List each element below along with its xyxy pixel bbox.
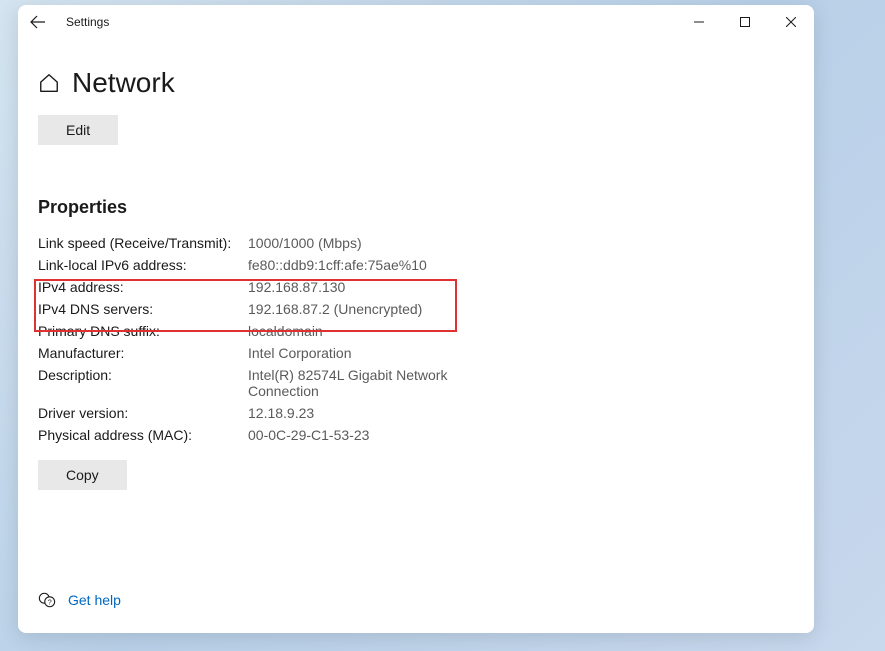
property-label: Description:	[38, 367, 248, 383]
properties-title: Properties	[38, 197, 794, 218]
property-value: Intel(R) 82574L Gigabit Network Connecti…	[248, 367, 478, 399]
property-value: 192.168.87.2 (Unencrypted)	[248, 301, 422, 317]
svg-text:?: ?	[48, 598, 52, 607]
maximize-button[interactable]	[722, 6, 768, 38]
property-value: 12.18.9.23	[248, 405, 314, 421]
window-title: Settings	[66, 15, 109, 29]
close-icon	[786, 17, 796, 27]
property-label: Link speed (Receive/Transmit):	[38, 235, 248, 251]
property-row: Link-local IPv6 address: fe80::ddb9:1cff…	[38, 254, 794, 276]
property-value: Intel Corporation	[248, 345, 352, 361]
copy-button[interactable]: Copy	[38, 460, 127, 490]
minimize-button[interactable]	[676, 6, 722, 38]
property-label: Manufacturer:	[38, 345, 248, 361]
minimize-icon	[694, 17, 704, 27]
help-icon: ?	[38, 591, 56, 609]
property-label: Primary DNS suffix:	[38, 323, 248, 339]
page-title: Network	[72, 67, 175, 99]
content-area: Network Edit Properties Link speed (Rece…	[18, 39, 814, 633]
property-label: Driver version:	[38, 405, 248, 421]
property-value: 00-0C-29-C1-53-23	[248, 427, 369, 443]
property-row: Primary DNS suffix: localdomain	[38, 320, 794, 342]
edit-button[interactable]: Edit	[38, 115, 118, 145]
property-row: Manufacturer: Intel Corporation	[38, 342, 794, 364]
home-icon	[38, 72, 60, 94]
property-label: Link-local IPv6 address:	[38, 257, 248, 273]
property-value: localdomain	[248, 323, 323, 339]
property-row: Physical address (MAC): 00-0C-29-C1-53-2…	[38, 424, 794, 446]
property-row: IPv4 address: 192.168.87.130	[38, 276, 794, 298]
property-label: IPv4 address:	[38, 279, 248, 295]
property-value: fe80::ddb9:1cff:afe:75ae%10	[248, 257, 427, 273]
help-row: ? Get help	[38, 571, 794, 609]
properties-table: Link speed (Receive/Transmit): 1000/1000…	[38, 232, 794, 446]
property-value: 192.168.87.130	[248, 279, 345, 295]
back-button[interactable]	[18, 5, 58, 39]
arrow-left-icon	[30, 14, 46, 30]
titlebar: Settings	[18, 5, 814, 39]
page-header: Network	[38, 67, 794, 99]
property-label: Physical address (MAC):	[38, 427, 248, 443]
property-row: Link speed (Receive/Transmit): 1000/1000…	[38, 232, 794, 254]
settings-window: Settings	[18, 5, 814, 633]
property-value: 1000/1000 (Mbps)	[248, 235, 362, 251]
maximize-icon	[740, 17, 750, 27]
property-row: Description: Intel(R) 82574L Gigabit Net…	[38, 364, 794, 402]
get-help-link[interactable]: Get help	[68, 592, 121, 608]
window-controls	[676, 6, 814, 38]
property-label: IPv4 DNS servers:	[38, 301, 248, 317]
close-button[interactable]	[768, 6, 814, 38]
property-row: IPv4 DNS servers: 192.168.87.2 (Unencryp…	[38, 298, 794, 320]
property-row: Driver version: 12.18.9.23	[38, 402, 794, 424]
